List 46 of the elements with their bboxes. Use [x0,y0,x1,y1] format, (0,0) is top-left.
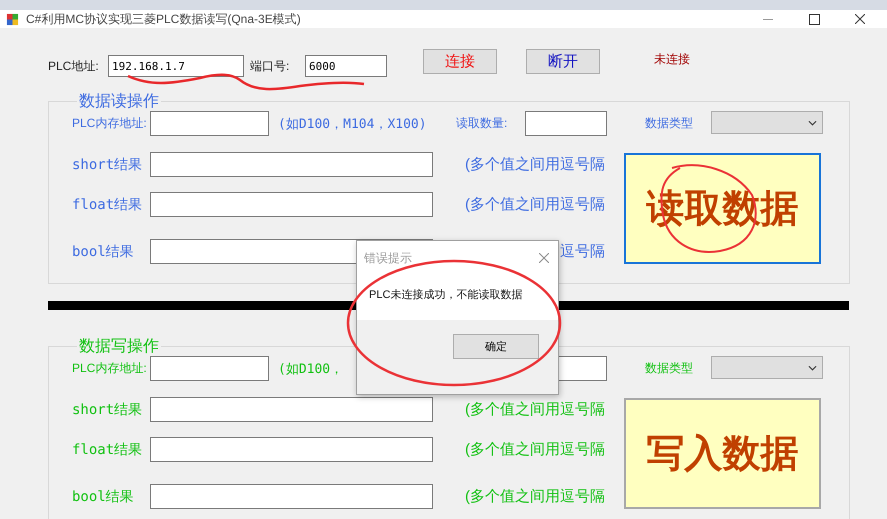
app-icon [6,12,19,26]
address-label: PLC内存地址: [72,115,148,132]
address-label: PLC地址: [48,58,100,74]
count-label: 读取数量: [456,115,508,132]
result-field[interactable] [150,437,433,462]
chevron-down-icon [808,364,817,370]
result-label: bool结果 [72,488,135,506]
connection-status: 未连接 [654,50,690,68]
port-label: 端口号: [250,58,290,74]
close-icon[interactable] [855,14,865,24]
result-label: short结果 [72,156,144,174]
dialog-message: PLC未连接成功，不能读取数据 [357,270,558,320]
address-field[interactable]: 192.168.1.7 [108,55,244,77]
separator-hint: 逗号隔 [560,242,605,261]
result-label: bool结果 [72,242,135,260]
separator-hint: (多个值之间用逗号隔 [465,155,605,174]
chevron-down-icon [808,120,817,126]
separator-hint: (多个值之间用逗号隔 [465,195,605,214]
dialog-title: 错误提示 [364,250,412,266]
window-title: C#利用MC协议实现三菱PLC数据读写(Qna-3E模式) [26,10,302,28]
result-label: float结果 [72,440,144,458]
group-title: 数据写操作 [78,337,160,357]
disconnect-button[interactable]: 断开 [526,48,600,74]
type-label: 数据类型 [645,115,694,132]
address-label: PLC内存地址: [72,360,148,377]
address-field[interactable] [150,111,269,136]
minimize-icon[interactable] [763,18,773,20]
separator-hint: (多个值之间用逗号隔 [465,400,605,419]
group-title: 数据读操作 [78,92,160,112]
address-hint: (如D100， [278,360,344,378]
maximize-icon[interactable] [809,14,820,24]
port-field[interactable]: 6000 [305,55,387,77]
type-label: 数据类型 [645,360,694,377]
separator-hint: (多个值之间用逗号隔 [465,440,605,459]
address-hint: (如D100，M104，X100) [278,116,428,132]
action-button[interactable]: 写入数据 [624,398,821,509]
count-field[interactable] [525,111,607,136]
result-field[interactable] [150,152,433,177]
ok-button[interactable]: 确定 [453,334,539,359]
result-field[interactable] [150,192,433,217]
result-field[interactable] [150,484,433,509]
address-field[interactable] [150,356,269,381]
result-label: short结果 [72,400,144,418]
separator-hint: (多个值之间用逗号隔 [465,487,605,506]
result-field[interactable] [150,397,433,422]
result-label: float结果 [72,196,144,214]
